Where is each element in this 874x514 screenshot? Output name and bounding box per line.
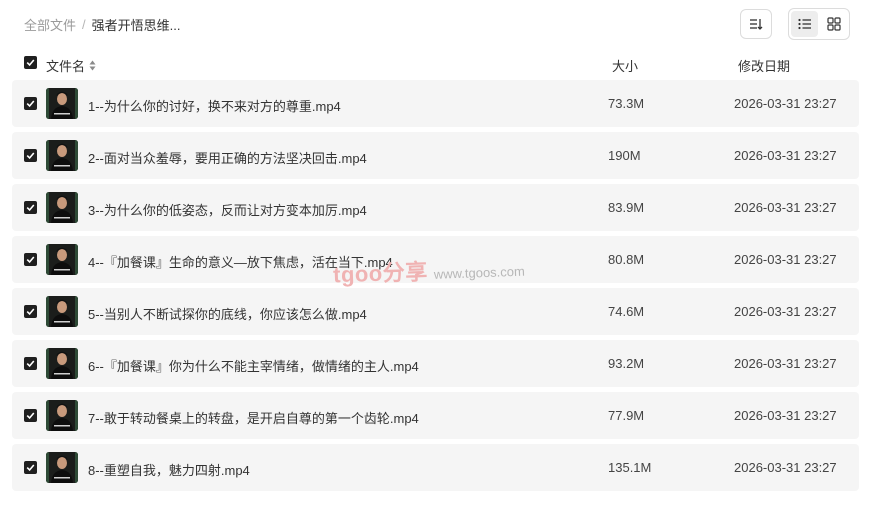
file-size: 135.1M	[608, 460, 652, 475]
file-name[interactable]: 4--『加餐课』生命的意义—放下焦虑，活在当下.mp4	[88, 252, 393, 271]
check-icon	[26, 204, 35, 212]
file-row[interactable]: 3--为什么你的低姿态，反而让对方变本加厉.mp4 83.9M 2026-03-31…	[12, 184, 859, 231]
check-icon	[26, 59, 35, 67]
breadcrumb-separator: /	[82, 17, 86, 32]
file-size: 190M	[608, 148, 641, 163]
list-view-icon	[797, 18, 811, 30]
file-name[interactable]: 2--面对当众羞辱，要用正确的方法坚决回击.mp4	[88, 148, 367, 167]
file-modified-date: 2026-03-31 23:27	[734, 304, 837, 319]
file-row[interactable]: 7--敢于转动餐桌上的转盘，是开启自尊的第一个齿轮.mp4 77.9M 2026-0…	[12, 392, 859, 439]
select-all-checkbox[interactable]	[24, 56, 37, 69]
size-column-header[interactable]: 大小	[612, 56, 638, 75]
file-modified-date: 2026-03-31 23:27	[734, 408, 837, 423]
file-size: 83.9M	[608, 200, 645, 215]
grid-view-icon	[826, 17, 841, 31]
file-row[interactable]: 6--『加餐课』你为什么不能主宰情绪，做情绪的主人.mp4 93.2M 2026-0…	[12, 340, 859, 387]
video-thumbnail	[46, 348, 78, 379]
file-name[interactable]: 5--当别人不断试探你的底线，你应该怎么做.mp4	[88, 304, 367, 323]
file-row-checkbox[interactable]	[24, 305, 37, 318]
name-column-label: 文件名	[46, 59, 86, 74]
name-column-header[interactable]: 文件名	[46, 56, 96, 75]
file-row[interactable]: 1--为什么你的讨好，换不来对方的尊重.mp4 73.3M 2026-03-31 2…	[12, 80, 859, 127]
breadcrumb-root-link[interactable]: 全部文件	[24, 15, 76, 34]
file-size: 80.8M	[608, 252, 645, 267]
video-thumbnail	[46, 452, 78, 483]
file-name[interactable]: 8--重塑自我，魅力四射.mp4	[88, 460, 250, 479]
video-thumbnail	[46, 140, 78, 171]
breadcrumb: 全部文件 / 强者开悟思维...	[24, 15, 180, 34]
check-icon	[26, 360, 35, 368]
file-name[interactable]: 3--为什么你的低姿态，反而让对方变本加厉.mp4	[88, 200, 367, 219]
check-icon	[26, 308, 35, 316]
file-row-checkbox[interactable]	[24, 97, 37, 110]
file-row[interactable]: 5--当别人不断试探你的底线，你应该怎么做.mp4 74.6M 2026-03-31…	[12, 288, 859, 335]
file-size: 74.6M	[608, 304, 645, 319]
file-row[interactable]: 2--面对当众羞辱，要用正确的方法坚决回击.mp4 190M 2026-03-31 …	[12, 132, 859, 179]
check-icon	[26, 100, 35, 108]
video-thumbnail	[46, 192, 78, 223]
file-row-checkbox[interactable]	[24, 357, 37, 370]
sort-arrows-icon	[89, 60, 96, 71]
file-row[interactable]: 4--『加餐课』生命的意义—放下焦虑，活在当下.mp4 80.8M 2026-03-…	[12, 236, 859, 283]
file-name[interactable]: 1--为什么你的讨好，换不来对方的尊重.mp4	[88, 96, 341, 115]
file-row-checkbox[interactable]	[24, 253, 37, 266]
file-size: 73.3M	[608, 96, 645, 111]
file-name[interactable]: 7--敢于转动餐桌上的转盘，是开启自尊的第一个齿轮.mp4	[88, 408, 419, 427]
check-icon	[26, 412, 35, 420]
view-toggle	[788, 8, 850, 40]
video-thumbnail	[46, 88, 78, 119]
file-row-checkbox[interactable]	[24, 201, 37, 214]
top-bar: 全部文件 / 强者开悟思维...	[0, 0, 874, 48]
file-modified-date: 2026-03-31 23:27	[734, 252, 837, 267]
file-row[interactable]: 8--重塑自我，魅力四射.mp4 135.1M 2026-03-31 23:27	[12, 444, 859, 491]
date-column-header[interactable]: 修改日期	[738, 56, 790, 75]
table-header: 文件名 大小 修改日期	[0, 50, 874, 78]
file-list: 1--为什么你的讨好，换不来对方的尊重.mp4 73.3M 2026-03-31 2…	[12, 80, 859, 496]
file-modified-date: 2026-03-31 23:27	[734, 148, 837, 163]
sort-button[interactable]	[740, 9, 772, 39]
video-thumbnail	[46, 244, 78, 275]
video-thumbnail	[46, 296, 78, 327]
sort-icon	[750, 19, 763, 30]
check-icon	[26, 464, 35, 472]
grid-view-button[interactable]	[820, 11, 847, 37]
file-size: 77.9M	[608, 408, 645, 423]
file-row-checkbox[interactable]	[24, 149, 37, 162]
breadcrumb-current-folder: 强者开悟思维...	[91, 18, 181, 33]
file-modified-date: 2026-03-31 23:27	[734, 96, 837, 111]
check-icon	[26, 256, 35, 264]
file-row-checkbox[interactable]	[24, 409, 37, 422]
file-modified-date: 2026-03-31 23:27	[734, 460, 837, 475]
file-modified-date: 2026-03-31 23:27	[734, 200, 837, 215]
video-thumbnail	[46, 400, 78, 431]
file-name[interactable]: 6--『加餐课』你为什么不能主宰情绪，做情绪的主人.mp4	[88, 356, 419, 375]
check-icon	[26, 152, 35, 160]
file-modified-date: 2026-03-31 23:27	[734, 356, 837, 371]
file-size: 93.2M	[608, 356, 645, 371]
list-view-button[interactable]	[791, 11, 818, 37]
file-row-checkbox[interactable]	[24, 461, 37, 474]
